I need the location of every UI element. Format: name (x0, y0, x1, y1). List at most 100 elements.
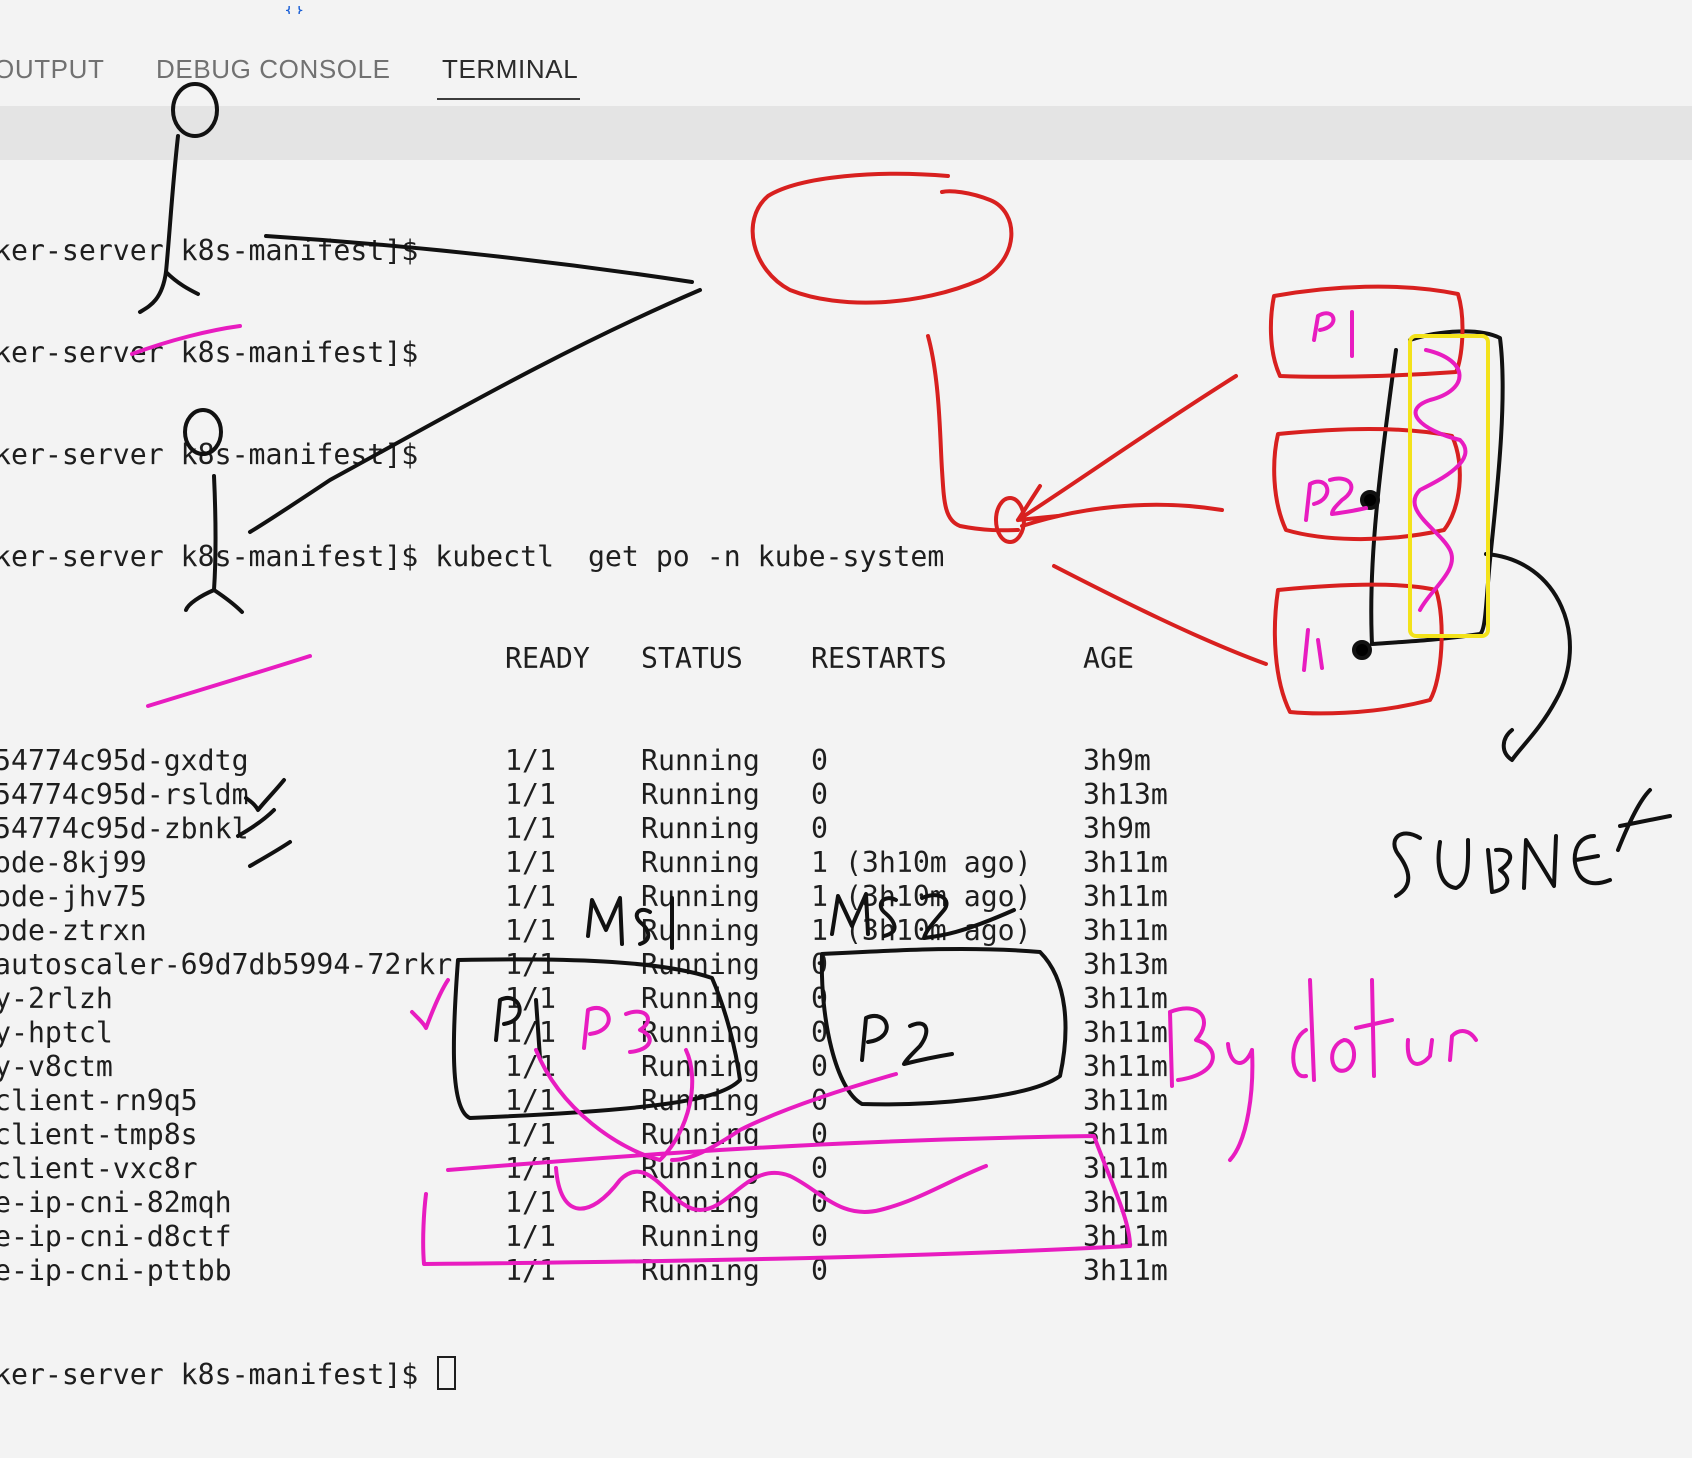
ready-cell: 1/1 (505, 778, 556, 811)
age-cell: 3h11m (1083, 914, 1168, 947)
status-cell: Running (641, 880, 760, 913)
ready-cell: 1/1 (505, 1118, 556, 1151)
ready-cell: 1/1 (505, 948, 556, 981)
pod-name-cell: 54774c95d-zbnkl (0, 812, 249, 845)
pod-name-cell: y-2rlzh (0, 982, 113, 1015)
restarts-cell: 0 (811, 1186, 828, 1219)
pod-name-cell: 54774c95d-gxdtg (0, 744, 249, 777)
ready-cell: 1/1 (505, 846, 556, 879)
brace-icon: {} (284, 6, 310, 14)
age-cell: 3h13m (1083, 948, 1168, 981)
restarts-cell: 0 (811, 948, 828, 981)
pod-table-rows: 54774c95d-gxdtg 1/1 Running 0 3h9m 54774c95d-… (0, 744, 1692, 1288)
status-cell: Running (641, 744, 760, 777)
age-cell: 3h11m (1083, 1050, 1168, 1083)
tab-debug-console[interactable]: DEBUG CONSOLE (156, 54, 391, 94)
status-cell: Running (641, 1186, 760, 1219)
table-row: client-tmp8s 1/1 Running 0 3h11m (0, 1118, 1692, 1152)
status-cell: Running (641, 1220, 760, 1253)
table-row: 54774c95d-zbnkl 1/1 Running 0 3h9m (0, 812, 1692, 846)
pod-name-cell: y-v8ctm (0, 1050, 113, 1083)
table-row: autoscaler-69d7db5994-72rkr 1/1 Running 0 3h… (0, 948, 1692, 982)
terminal-toolbar-strip (0, 106, 1692, 160)
pod-name-cell: ode-8kj99 (0, 846, 147, 879)
status-cell: Running (641, 1118, 760, 1151)
age-cell: 3h9m (1083, 744, 1151, 777)
pod-name-cell: e-ip-cni-pttbb (0, 1254, 232, 1287)
command-line: ker-server k8s-manifest]$ kubectl get po… (0, 540, 945, 573)
tab-terminal[interactable]: TERMINAL (442, 54, 578, 94)
header-status: STATUS (641, 642, 743, 675)
age-cell: 3h11m (1083, 1152, 1168, 1185)
table-row: y-2rlzh 1/1 Running 0 3h11m (0, 982, 1692, 1016)
age-cell: 3h11m (1083, 846, 1168, 879)
table-row: client-vxc8r 1/1 Running 0 3h11m (0, 1152, 1692, 1186)
pod-name-cell: client-rn9q5 (0, 1084, 198, 1117)
status-cell: Running (641, 778, 760, 811)
ready-cell: 1/1 (505, 1152, 556, 1185)
tab-output[interactable]: OUTPUT (0, 54, 104, 94)
table-row: y-hptcl 1/1 Running 0 3h11m (0, 1016, 1692, 1050)
status-cell: Running (641, 914, 760, 947)
status-cell: Running (641, 846, 760, 879)
restarts-cell: 0 (811, 778, 828, 811)
pod-name-cell: ode-ztrxn (0, 914, 147, 947)
ready-cell: 1/1 (505, 1050, 556, 1083)
status-cell: Running (641, 1050, 760, 1083)
restarts-cell: 0 (811, 1220, 828, 1253)
table-row: ode-8kj99 1/1 Running 1 (3h10m ago) 3h11m (0, 846, 1692, 880)
terminal-panel[interactable]: ker-server k8s-manifest]$ ker-server k8s… (0, 160, 1692, 1391)
age-cell: 3h11m (1083, 1186, 1168, 1219)
age-cell: 3h13m (1083, 778, 1168, 811)
table-row: ode-ztrxn 1/1 Running 1 (3h10m ago) 3h11m (0, 914, 1692, 948)
pod-name-cell: e-ip-cni-d8ctf (0, 1220, 232, 1253)
header-restarts: RESTARTS (811, 642, 947, 675)
pod-name-cell: y-hptcl (0, 1016, 113, 1049)
restarts-cell: 0 (811, 982, 828, 1015)
table-row: e-ip-cni-d8ctf 1/1 Running 0 3h11m (0, 1220, 1692, 1254)
ready-cell: 1/1 (505, 880, 556, 913)
restarts-cell: 0 (811, 1254, 828, 1287)
status-cell: Running (641, 1084, 760, 1117)
ready-cell: 1/1 (505, 1186, 556, 1219)
status-cell: Running (641, 1254, 760, 1287)
status-cell: Running (641, 1016, 760, 1049)
ready-cell: 1/1 (505, 812, 556, 845)
table-row: 54774c95d-gxdtg 1/1 Running 0 3h9m (0, 744, 1692, 778)
age-cell: 3h9m (1083, 812, 1151, 845)
pod-name-cell: e-ip-cni-82mqh (0, 1186, 232, 1219)
table-row: ode-jhv75 1/1 Running 1 (3h10m ago) 3h11m (0, 880, 1692, 914)
ready-cell: 1/1 (505, 914, 556, 947)
pod-name-cell: client-tmp8s (0, 1118, 198, 1151)
ready-cell: 1/1 (505, 1084, 556, 1117)
restarts-cell: 0 (811, 1118, 828, 1151)
header-ready: READY (505, 642, 590, 675)
ready-cell: 1/1 (505, 982, 556, 1015)
terminal-output: ker-server k8s-manifest]$ ker-server k8s… (0, 166, 1692, 1458)
ready-cell: 1/1 (505, 1016, 556, 1049)
pod-name-cell: client-vxc8r (0, 1152, 198, 1185)
prompt-line: ker-server k8s-manifest]$ (0, 234, 419, 267)
prompt-line: ker-server k8s-manifest]$ (0, 438, 419, 471)
restarts-cell: 0 (811, 1084, 828, 1117)
status-cell: Running (641, 982, 760, 1015)
table-row: e-ip-cni-pttbb 1/1 Running 0 3h11m (0, 1254, 1692, 1288)
status-cell: Running (641, 1152, 760, 1185)
ready-cell: 1/1 (505, 1254, 556, 1287)
prompt-line: ker-server k8s-manifest]$ (0, 336, 419, 369)
age-cell: 3h11m (1083, 1118, 1168, 1151)
status-cell: Running (641, 948, 760, 981)
restarts-cell: 0 (811, 812, 828, 845)
ready-cell: 1/1 (505, 744, 556, 777)
restarts-cell: 0 (811, 1016, 828, 1049)
age-cell: 3h11m (1083, 1016, 1168, 1049)
age-cell: 3h11m (1083, 1254, 1168, 1287)
ready-cell: 1/1 (505, 1220, 556, 1253)
top-bar: {} (0, 0, 1692, 25)
restarts-cell: 0 (811, 1050, 828, 1083)
table-row: 54774c95d-rsldm 1/1 Running 0 3h13m (0, 778, 1692, 812)
terminal-cursor (437, 1356, 457, 1390)
restarts-cell: 0 (811, 744, 828, 777)
table-row: y-v8ctm 1/1 Running 0 3h11m (0, 1050, 1692, 1084)
pod-name-cell: 54774c95d-rsldm (0, 778, 249, 811)
